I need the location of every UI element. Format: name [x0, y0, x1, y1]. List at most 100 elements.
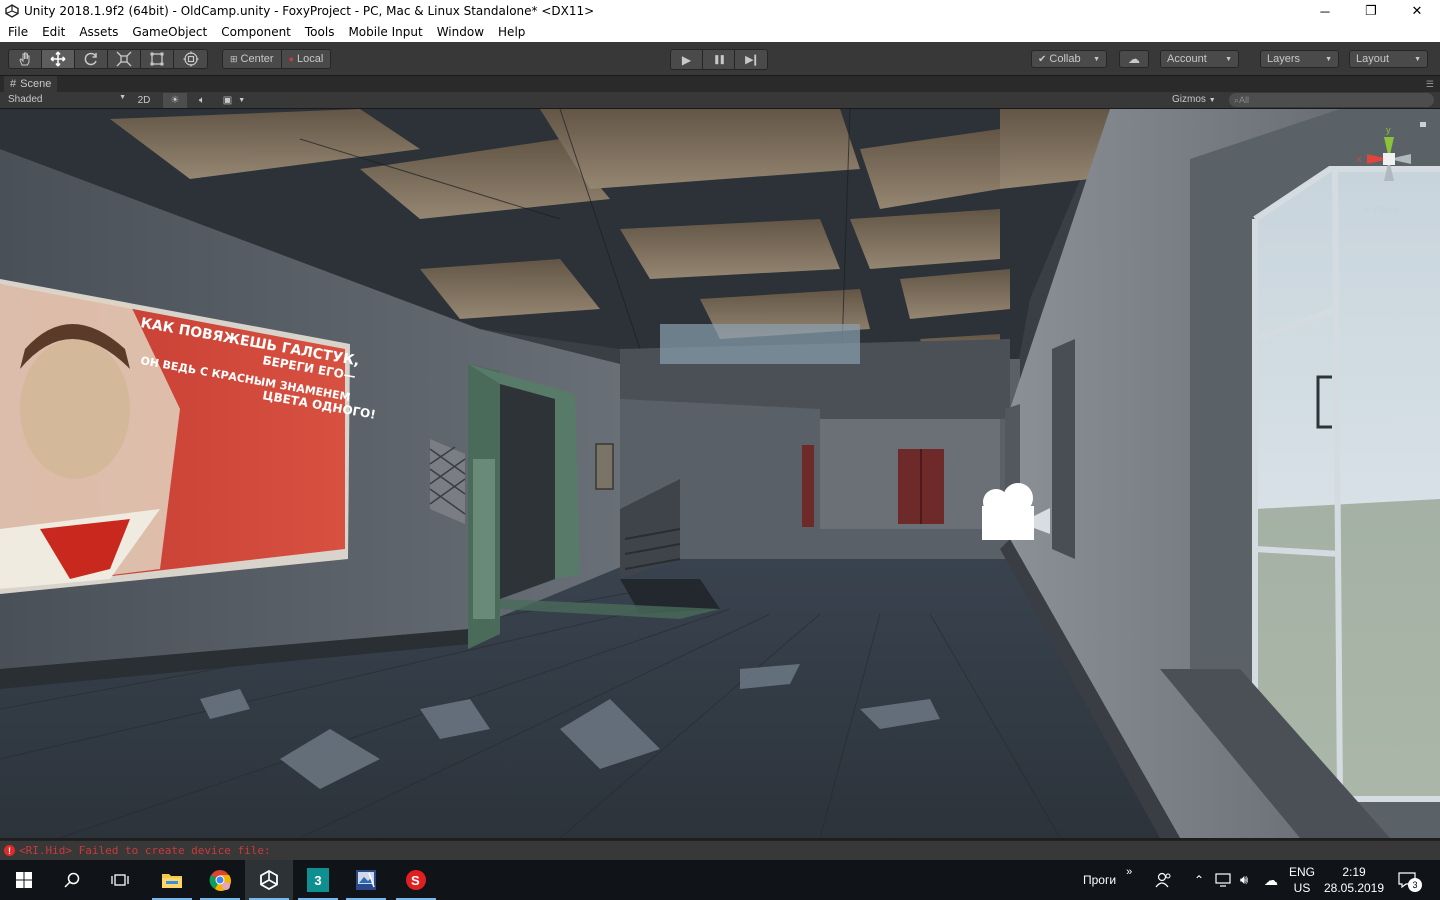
pivot-local-toggle[interactable]: ● Local	[282, 50, 331, 68]
title-bar: Unity 2018.1.9f2 (64bit) - OldCamp.unity…	[0, 0, 1440, 22]
close-button[interactable]: ✕	[1394, 0, 1440, 22]
gizmos-dropdown[interactable]: Gizmos ▼	[1172, 94, 1216, 105]
account-dropdown[interactable]: Account ▼	[1160, 50, 1239, 68]
speaker-icon: 🔈︎	[199, 95, 205, 106]
task-view-icon	[111, 874, 129, 886]
svg-text:S: S	[411, 873, 420, 888]
lock-icon[interactable]	[1420, 122, 1426, 127]
rect-tool-button[interactable]	[141, 50, 174, 68]
tab-scene[interactable]: # Scene	[4, 76, 58, 92]
window-title: Unity 2018.1.9f2 (64bit) - OldCamp.unity…	[24, 4, 595, 18]
console-status-bar[interactable]: ! <RI.Hid> Failed to create device file:	[0, 840, 1440, 860]
minimize-button[interactable]: ─	[1302, 0, 1348, 22]
cloud-button[interactable]: ☁	[1119, 50, 1149, 68]
lighting-toggle[interactable]: ☀	[163, 93, 187, 108]
pivot-center-label: Center	[240, 53, 274, 65]
taskbar-unity[interactable]	[245, 860, 293, 900]
language-indicator[interactable]: ENG US	[1289, 860, 1315, 900]
image-icon: ▣	[222, 95, 233, 106]
search-button[interactable]	[48, 860, 96, 900]
play-button[interactable]: ▶	[671, 50, 703, 69]
menu-file[interactable]: File	[0, 25, 35, 39]
onedrive-icon[interactable]: ☁	[1264, 860, 1278, 900]
check-icon: ✔	[1038, 53, 1047, 65]
status-message: <RI.Hid> Failed to create device file:	[19, 844, 271, 857]
audio-toggle[interactable]: 🔈︎	[190, 93, 214, 108]
gizmo-y-label: y	[1386, 125, 1391, 135]
pivot-local-label: Local	[297, 53, 324, 65]
shading-mode-dropdown[interactable]: Shaded ▼	[8, 94, 126, 105]
progs-toolbar[interactable]: Проги »	[1083, 860, 1132, 900]
move-tool-button[interactable]	[42, 50, 75, 68]
task-view-button[interactable]	[96, 860, 144, 900]
layers-dropdown[interactable]: Layers ▼	[1260, 50, 1339, 68]
layout-dropdown[interactable]: Layout ▼	[1349, 50, 1428, 68]
step-button[interactable]: ▶❙	[735, 50, 767, 69]
layout-label: Layout	[1356, 53, 1390, 65]
collab-label: Collab	[1049, 53, 1081, 65]
scene-toolbar: Shaded ▼ 2D ☀ 🔈︎ ▣ ▼ Gizmos ▼ ⌕All	[0, 92, 1440, 109]
menu-icon[interactable]: ☰	[1426, 79, 1434, 90]
progs-label: Проги	[1083, 873, 1117, 887]
clock[interactable]: 2:19 28.05.2019	[1324, 860, 1384, 900]
maximize-button[interactable]: ❐	[1348, 0, 1394, 22]
move-icon	[50, 51, 66, 67]
pivot-center-toggle[interactable]: ⊞ Center	[223, 50, 282, 68]
error-icon: !	[4, 845, 15, 856]
persp-label[interactable]: < Persp	[1365, 205, 1400, 216]
hand-icon	[19, 52, 30, 66]
taskbar-file-explorer[interactable]	[148, 860, 196, 900]
scene-viewport[interactable]: КАК ПОВЯЖЕШЬ ГАЛСТУК, БЕРЕГИ ЕГО— ОН ВЕД…	[0, 109, 1440, 838]
taskbar-3ds-max[interactable]: 3	[294, 860, 342, 900]
scene-tab-bar: # Scene ☰	[0, 76, 1440, 92]
menu-tools[interactable]: Tools	[298, 25, 342, 39]
scene-tab-label: Scene	[20, 78, 52, 90]
layers-label: Layers	[1267, 53, 1301, 65]
menu-component[interactable]: Component	[214, 25, 298, 39]
people-icon	[1155, 872, 1171, 888]
menu-help[interactable]: Help	[491, 25, 532, 39]
rotate-tool-button[interactable]	[75, 50, 108, 68]
collab-dropdown[interactable]: ✔ Collab ▼	[1031, 50, 1107, 68]
chevron-down-icon: ▼	[1325, 55, 1332, 63]
menu-bar: File Edit Assets GameObject Component To…	[0, 22, 1440, 42]
transform-icon	[183, 51, 198, 67]
substance-icon: S	[406, 870, 426, 890]
chevron-down-icon: ▼	[238, 97, 246, 104]
2d-toggle[interactable]: 2D	[132, 93, 156, 108]
taskbar-chrome[interactable]	[196, 860, 244, 900]
folder-icon	[162, 874, 182, 888]
windows-logo-icon	[16, 872, 32, 888]
step-icon: ▶❙	[745, 54, 760, 66]
windows-taskbar: 3 S Проги » ⌃ 🔊︎ ☁ ENG US 2:19 28.05.201…	[0, 860, 1440, 900]
taskbar-substance-painter[interactable]: S	[392, 860, 440, 900]
menu-edit[interactable]: Edit	[35, 25, 72, 39]
pause-icon: ❚❚	[712, 54, 726, 64]
transform-tools	[8, 49, 208, 69]
menu-mobile-input[interactable]: Mobile Input	[341, 25, 429, 39]
2d-label: 2D	[137, 95, 151, 106]
menu-assets[interactable]: Assets	[72, 25, 125, 39]
sun-icon: ☀	[170, 95, 180, 106]
main-toolbar: ⊞ Center ● Local ▶ ❚❚ ▶❙ ✔ Collab ▼ ☁ Acco…	[0, 42, 1440, 76]
grid-icon: #	[10, 78, 17, 90]
effects-dropdown[interactable]: ▣ ▼	[217, 93, 251, 108]
people-button[interactable]	[1155, 860, 1173, 900]
action-center-button[interactable]: 3	[1398, 860, 1422, 900]
menu-gameobject[interactable]: GameObject	[125, 25, 214, 39]
cloud-icon: ☁	[1128, 52, 1140, 66]
network-icon[interactable]	[1215, 860, 1231, 900]
menu-window[interactable]: Window	[430, 25, 491, 39]
pause-button[interactable]: ❚❚	[703, 50, 735, 69]
3ds-max-icon: 3	[307, 868, 329, 892]
scale-tool-button[interactable]	[108, 50, 141, 68]
tray-overflow-button[interactable]: ⌃	[1194, 860, 1204, 900]
transform-tool-button[interactable]	[174, 50, 207, 68]
hand-tool-button[interactable]	[9, 50, 42, 68]
volume-icon[interactable]: 🔊︎	[1240, 860, 1248, 900]
wall-lattice	[429, 439, 466, 524]
taskbar-image-editor[interactable]	[342, 860, 390, 900]
start-button[interactable]	[0, 860, 48, 900]
play-icon: ▶	[681, 52, 692, 67]
scene-search-input[interactable]: ⌕All	[1229, 93, 1434, 107]
